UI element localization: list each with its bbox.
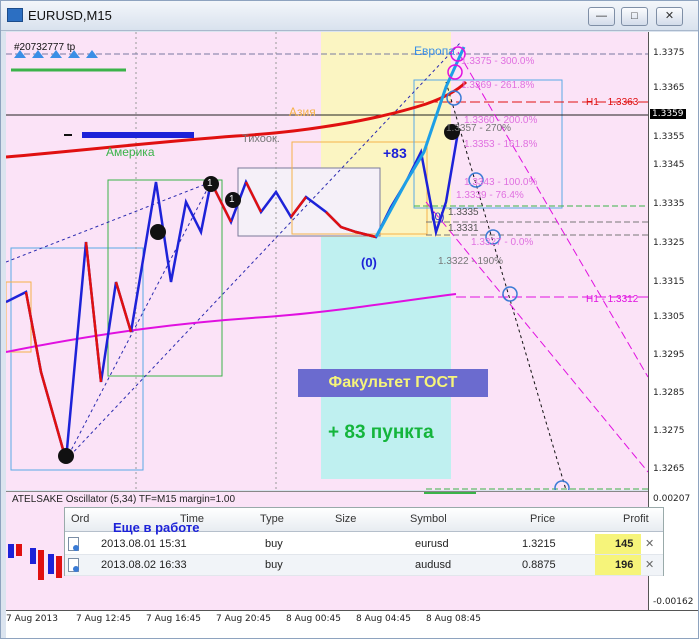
price-tick: 1.3275 [653, 426, 685, 436]
col-symbol[interactable]: Symbol [410, 513, 447, 525]
price-tick: 1.3345 [653, 160, 685, 170]
order-symbol: audusd [415, 559, 452, 571]
time-tick: 7 Aug 12:45 [76, 614, 131, 624]
osc-tick: -0.00162 [653, 597, 694, 607]
price-tick: 1.3375 [653, 48, 685, 58]
close-button[interactable]: ✕ [656, 7, 683, 26]
table-row[interactable]: 2013.08.01 15:31 buy eurusd 1.3215 145 ✕ [65, 534, 663, 555]
fib-level: 1.3375 - 300.0% [461, 56, 535, 67]
session-box [10, 247, 144, 471]
orders-panel[interactable]: Ord Time Type Size Symbol Price Profit Е… [64, 507, 664, 576]
title-bar[interactable]: EURUSD,M15 — □ ✕ [1, 1, 698, 31]
order-icon [68, 537, 79, 551]
price-tick: 1.3265 [653, 464, 685, 474]
fib-level: 1.3357 - 270% [446, 123, 512, 134]
order-price: 1.3215 [522, 538, 556, 550]
order-time: 2013.08.01 15:31 [101, 538, 187, 550]
minimize-button[interactable]: — [588, 7, 615, 26]
time-tick: 7 Aug 2013 [6, 614, 58, 624]
price-tick: 1.3315 [653, 277, 685, 287]
close-order-icon[interactable]: ✕ [645, 558, 654, 571]
price-tick: 1.3305 [653, 312, 685, 322]
current-price-label: 1.3359 [650, 109, 686, 119]
fib-level: 1.3369 - 261.8% [461, 80, 535, 91]
col-order[interactable]: Ord [71, 513, 89, 525]
price-tick: 1.3365 [653, 83, 685, 93]
result-text: + 83 пункта [328, 422, 434, 443]
time-tick: 7 Aug 20:45 [216, 614, 271, 624]
america-label: Америка [106, 145, 155, 159]
osc-tick: 0.00207 [653, 494, 691, 504]
fib-level: 1.3353 - 161.8% [464, 139, 538, 150]
chart-icon [7, 8, 23, 22]
price-tick: 1.3295 [653, 350, 685, 360]
price-chart[interactable]: #20732777 tp Европа Азия Америка Тихоок.… [6, 32, 648, 490]
price-tick: 1.3285 [653, 388, 685, 398]
zero-label-2: (0) [431, 211, 445, 223]
price-tick: 1.3355 [653, 132, 685, 142]
time-axis: 7 Aug 2013 7 Aug 12:45 7 Aug 16:45 7 Aug… [6, 610, 698, 638]
order-profit: 196 [615, 559, 634, 571]
fib-level: 1.3331 [448, 223, 479, 234]
restore-button[interactable]: □ [621, 7, 648, 26]
oscillator-title: ATELSAKE Oscillator (5,34) TF=M15 margin… [12, 494, 236, 505]
table-row[interactable]: 2013.08.02 16:33 buy audusd 0.8875 196 ✕ [65, 555, 663, 576]
h1-lower-label: H1 - 1.3312 [586, 294, 639, 305]
col-price[interactable]: Price [530, 513, 555, 525]
time-tick: 8 Aug 08:45 [426, 614, 481, 624]
time-tick: 8 Aug 04:45 [356, 614, 411, 624]
col-type[interactable]: Type [260, 513, 284, 525]
fib-level: 1.3322 - 190% [438, 256, 504, 267]
order-time: 2013.08.02 16:33 [101, 559, 187, 571]
order-type: buy [265, 538, 283, 550]
asia-label: Азия [289, 105, 316, 119]
window-title: EURUSD,M15 [28, 8, 112, 23]
col-size[interactable]: Size [335, 513, 356, 525]
wave-one-label-2: 1 [229, 194, 235, 205]
still-working-banner: Еще в работе [113, 520, 200, 535]
order-type: buy [265, 559, 283, 571]
fib-level: 1.3339 - 76.4% [456, 190, 524, 201]
close-order-icon[interactable]: ✕ [645, 537, 654, 550]
time-tick: 7 Aug 16:45 [146, 614, 201, 624]
price-tick: 1.3325 [653, 238, 685, 248]
time-tick: 8 Aug 00:45 [286, 614, 341, 624]
order-tag: #20732777 tp [14, 42, 76, 53]
order-symbol: eurusd [415, 538, 449, 550]
quiet-session-label: Тихоок. [242, 133, 280, 145]
wave-one-label: 1 [207, 178, 213, 189]
order-icon [68, 558, 79, 572]
europe-label: Европа [414, 44, 455, 58]
fib-level: 1.3327 - 0.0% [471, 237, 534, 248]
zero-label: (0) [361, 255, 377, 270]
col-profit[interactable]: Profit [623, 513, 649, 525]
h1-upper-label: H1 - 1.3363 [586, 97, 639, 108]
order-price: 0.8875 [522, 559, 556, 571]
plus83-label: +83 [383, 145, 407, 161]
order-profit: 145 [615, 538, 634, 550]
orders-header: Ord Time Type Size Symbol Price Profit Е… [65, 508, 663, 535]
fib-level: 1.3343 - 100.0% [464, 177, 538, 188]
session-box [237, 167, 381, 237]
chart-canvas [6, 32, 648, 490]
fib-level: 1.3335 [448, 207, 479, 218]
faculty-banner: Факультет ГОСТ [298, 369, 488, 397]
terminal-window: EURUSD,M15 — □ ✕ #20732777 tp Европа Ази… [0, 0, 699, 639]
price-tick: 1.3335 [653, 199, 685, 209]
